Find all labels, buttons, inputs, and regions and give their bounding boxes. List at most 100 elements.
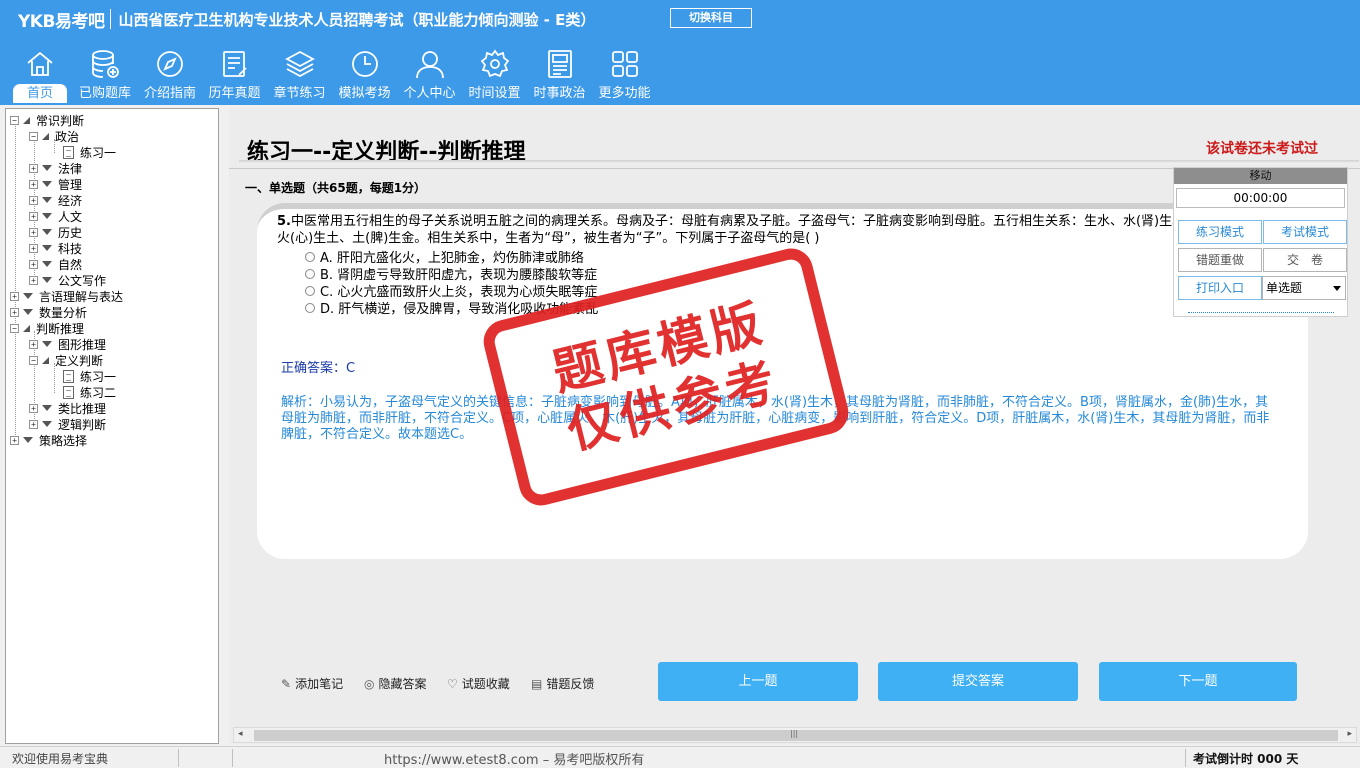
nav-personal-center[interactable]: 个人中心 — [397, 48, 462, 104]
expand-icon[interactable]: + — [29, 179, 38, 189]
expand-icon[interactable]: + — [29, 259, 38, 269]
tree-node[interactable]: − 政治 — [29, 128, 79, 144]
expand-icon[interactable]: + — [10, 307, 19, 317]
expand-icon[interactable]: + — [29, 211, 38, 221]
scroll-right-icon[interactable]: ▸ — [1347, 729, 1352, 739]
submit-paper-button[interactable]: 交 卷 — [1263, 248, 1347, 272]
question-text: 中医常用五行相生的母子关系说明五脏之间的病理关系。母病及子：母脏有病累及子脏。子… — [277, 214, 1274, 246]
tree-node[interactable]: + 法律 — [29, 160, 82, 176]
favorite-button[interactable]: ♡ 试题收藏 — [447, 675, 510, 692]
clock-icon — [351, 51, 378, 77]
tree-node[interactable]: + 管理 — [29, 176, 82, 192]
title-bar: YKB易考吧 山西省医疗卫生机构专业技术人员招聘考试（职业能力倾向测验 - E类… — [0, 6, 663, 32]
switch-subject-button[interactable]: 切换科目 — [670, 8, 752, 28]
redo-wrong-button[interactable]: 错题重做 — [1178, 248, 1262, 272]
question-type-select[interactable]: 单选题 — [1262, 276, 1346, 300]
question-type-value: 单选题 — [1266, 281, 1303, 295]
radio-button[interactable] — [305, 268, 315, 279]
expand-icon[interactable]: + — [10, 435, 19, 445]
nav-label: 已购题库 — [78, 86, 131, 101]
expand-icon[interactable]: + — [29, 163, 38, 173]
expand-icon[interactable]: + — [29, 339, 38, 349]
nav-more[interactable]: 更多功能 — [592, 48, 657, 104]
radio-button[interactable] — [305, 251, 315, 262]
horizontal-scrollbar[interactable]: ◂ ||| ▸ — [233, 727, 1357, 743]
main-nav: 首页 已购题库 介绍指南 历年真题 章节练习 模拟考场 个人中心 时间设置 时事… — [8, 48, 657, 104]
tree-leaf[interactable]: 练习一 — [63, 368, 116, 384]
tree-leaf[interactable]: 练习一 — [63, 144, 116, 160]
move-handle[interactable]: 移动 — [1174, 168, 1347, 184]
nav-past-exams[interactable]: 历年真题 — [202, 48, 267, 104]
tree-node[interactable]: − 定义判断 — [29, 352, 103, 368]
nav-purchased[interactable]: 已购题库 — [72, 48, 138, 104]
tree-node-label: 言语理解与表达 — [39, 289, 124, 304]
collapse-icon[interactable]: − — [10, 115, 19, 125]
submit-answer-button[interactable]: 提交答案 — [878, 662, 1078, 701]
nav-mock-exam[interactable]: 模拟考场 — [332, 48, 397, 104]
nav-guide[interactable]: 介绍指南 — [138, 48, 202, 104]
nav-time-settings[interactable]: 时间设置 — [462, 48, 527, 104]
next-question-button[interactable]: 下一题 — [1099, 662, 1297, 701]
tree-node-label: 法律 — [58, 161, 83, 176]
expand-icon[interactable]: + — [29, 243, 38, 253]
expand-icon[interactable]: + — [29, 419, 38, 429]
panel-divider — [1188, 312, 1334, 313]
print-button[interactable]: 打印入口 — [1178, 276, 1262, 300]
collapsed-arrow-icon — [23, 309, 33, 315]
tree-node[interactable]: + 自然 — [29, 256, 82, 272]
gear-icon — [480, 49, 509, 78]
prev-question-button[interactable]: 上一题 — [658, 662, 858, 701]
tree-node[interactable]: + 历史 — [29, 224, 82, 240]
collapsed-arrow-icon — [42, 181, 52, 187]
tree-node[interactable]: + 科技 — [29, 240, 82, 256]
add-note-label: 添加笔记 — [295, 677, 344, 691]
tree-node[interactable]: + 数量分析 — [10, 304, 87, 320]
expand-icon[interactable]: + — [29, 275, 38, 285]
tree-node[interactable]: + 经济 — [29, 192, 82, 208]
tree-node[interactable]: + 人文 — [29, 208, 82, 224]
tree-node[interactable]: + 类比推理 — [29, 400, 106, 416]
tree-node[interactable]: + 逻辑判断 — [29, 416, 106, 432]
tree-leaf[interactable]: 练习二 — [63, 384, 116, 400]
tree-node[interactable]: + 策略选择 — [10, 432, 87, 448]
nav-chapter-practice[interactable]: 章节练习 — [267, 48, 332, 104]
practice-mode-button[interactable]: 练习模式 — [1178, 220, 1262, 244]
collapsed-arrow-icon — [42, 197, 52, 203]
question-stem: 5.中医常用五行相生的母子关系说明五脏之间的病理关系。母病及子：母脏有病累及子脏… — [277, 213, 1277, 247]
document-icon — [63, 385, 74, 399]
tree-node[interactable]: − 判断推理 — [10, 320, 84, 336]
layers-icon — [284, 50, 315, 78]
nav-label: 更多功能 — [598, 86, 651, 101]
collapsed-arrow-icon — [23, 293, 33, 299]
heart-icon: ♡ — [447, 676, 458, 691]
nav-current-affairs[interactable]: 时事政治 — [527, 48, 592, 104]
tree-node[interactable]: + 言语理解与表达 — [10, 288, 123, 304]
exam-mode-button[interactable]: 考试模式 — [1263, 220, 1347, 244]
tree-node-label: 经济 — [58, 193, 83, 208]
expand-icon[interactable]: + — [29, 195, 38, 205]
nav-label: 个人中心 — [403, 86, 456, 101]
document-icon — [63, 369, 74, 383]
tree-node[interactable]: + 图形推理 — [29, 336, 106, 352]
radio-button[interactable] — [305, 302, 315, 313]
newspaper-icon — [547, 50, 572, 78]
scroll-left-icon[interactable]: ◂ — [238, 729, 243, 739]
favorite-label: 试题收藏 — [461, 677, 510, 691]
hide-answer-button[interactable]: ◎ 隐藏答案 — [364, 675, 427, 692]
collapse-icon[interactable]: − — [29, 355, 38, 365]
nav-home[interactable]: 首页 — [8, 48, 72, 104]
pencil-icon: ✎ — [281, 676, 292, 691]
expand-icon[interactable]: + — [10, 291, 19, 301]
expand-icon[interactable]: + — [29, 227, 38, 237]
tree-node[interactable]: − 常识判断 — [10, 112, 84, 128]
expand-icon[interactable]: + — [29, 403, 38, 413]
feedback-button[interactable]: ▤ 错题反馈 — [531, 675, 594, 692]
tree-node-label: 策略选择 — [39, 433, 88, 448]
collapse-icon[interactable]: − — [10, 323, 19, 333]
collapse-icon[interactable]: − — [29, 131, 38, 141]
tree-node-label: 练习一 — [80, 369, 117, 384]
tree-node-label: 逻辑判断 — [58, 417, 107, 432]
radio-button[interactable] — [305, 285, 315, 296]
tree-node[interactable]: + 公文写作 — [29, 272, 106, 288]
add-note-button[interactable]: ✎ 添加笔记 — [281, 675, 343, 692]
